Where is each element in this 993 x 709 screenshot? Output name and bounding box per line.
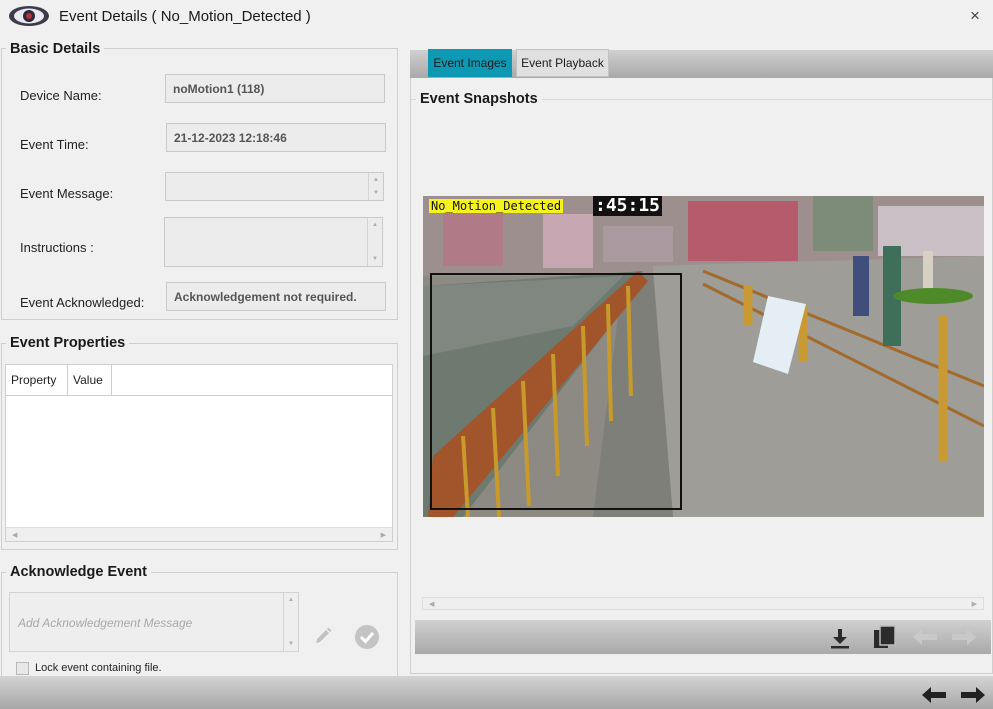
snapshot-horizontal-scrollbar[interactable]: ◀ ▶ bbox=[422, 597, 984, 610]
previous-event-icon[interactable] bbox=[922, 687, 946, 708]
footer-bar bbox=[0, 676, 993, 709]
instructions-label: Instructions : bbox=[20, 240, 94, 255]
event-properties-heading: Event Properties bbox=[6, 335, 130, 351]
instructions-scrollbar[interactable]: ▲ ▼ bbox=[367, 218, 382, 266]
tab-event-images[interactable]: Event Images bbox=[428, 49, 512, 77]
column-header-value[interactable]: Value bbox=[68, 365, 112, 395]
snapshot-event-overlay: No_Motion_Detected bbox=[429, 199, 564, 213]
close-icon[interactable]: × bbox=[970, 6, 980, 26]
event-ack-field[interactable]: Acknowledgement not required. bbox=[166, 282, 386, 311]
event-ack-label: Event Acknowledged: bbox=[20, 295, 145, 310]
event-time-value: 21-12-2023 12:18:46 bbox=[174, 130, 287, 145]
event-time-field[interactable]: 21-12-2023 12:18:46 bbox=[166, 123, 386, 152]
table-header: Property Value bbox=[6, 365, 392, 396]
snapshot-time-overlay: :45:15 bbox=[593, 196, 663, 216]
arrow-right-icon[interactable] bbox=[952, 629, 976, 650]
lock-event-checkbox[interactable] bbox=[16, 662, 29, 675]
window-title: Event Details ( No_Motion_Detected ) bbox=[59, 8, 311, 25]
event-snapshot-image[interactable]: No_Motion_Detected :45:15 bbox=[423, 196, 984, 517]
device-name-label: Device Name: bbox=[20, 88, 102, 103]
ack-message-field[interactable]: Add Acknowledgement Message ▲ ▼ bbox=[9, 592, 299, 652]
lock-event-label: Lock event containing file. bbox=[35, 662, 162, 674]
ack-message-scrollbar[interactable]: ▲ ▼ bbox=[283, 593, 298, 651]
instructions-field[interactable]: ▲ ▼ bbox=[164, 217, 383, 267]
pencil-icon[interactable] bbox=[313, 626, 333, 651]
event-ack-value: Acknowledgement not required. bbox=[174, 289, 357, 304]
acknowledge-heading: Acknowledge Event bbox=[6, 564, 151, 580]
column-header-property[interactable]: Property bbox=[6, 365, 68, 395]
table-horizontal-scrollbar[interactable]: ◀ ▶ bbox=[6, 527, 392, 541]
ack-message-placeholder: Add Acknowledgement Message bbox=[18, 616, 193, 630]
download-icon[interactable] bbox=[829, 627, 851, 654]
check-circle-icon[interactable] bbox=[354, 624, 380, 655]
device-name-field[interactable]: noMotion1 (118) bbox=[165, 74, 385, 103]
title-bar: Event Details ( No_Motion_Detected ) × bbox=[0, 0, 993, 34]
table-body bbox=[6, 396, 392, 527]
arrow-left-icon[interactable] bbox=[913, 629, 937, 650]
event-message-field[interactable]: ▲ ▼ bbox=[165, 172, 384, 201]
event-message-scrollbar[interactable]: ▲ ▼ bbox=[368, 173, 383, 200]
device-name-value: noMotion1 (118) bbox=[173, 81, 265, 96]
properties-table: Property Value ◀ ▶ bbox=[5, 364, 393, 542]
next-event-icon[interactable] bbox=[961, 687, 985, 708]
eye-icon bbox=[8, 4, 50, 33]
tab-event-playback[interactable]: Event Playback bbox=[516, 49, 609, 77]
copy-icon[interactable] bbox=[873, 625, 897, 656]
basic-details-heading: Basic Details bbox=[6, 41, 105, 57]
event-snapshots-heading: Event Snapshots bbox=[416, 91, 542, 107]
snapshot-toolbar bbox=[415, 620, 991, 654]
event-time-label: Event Time: bbox=[20, 137, 89, 152]
event-message-label: Event Message: bbox=[20, 186, 114, 201]
